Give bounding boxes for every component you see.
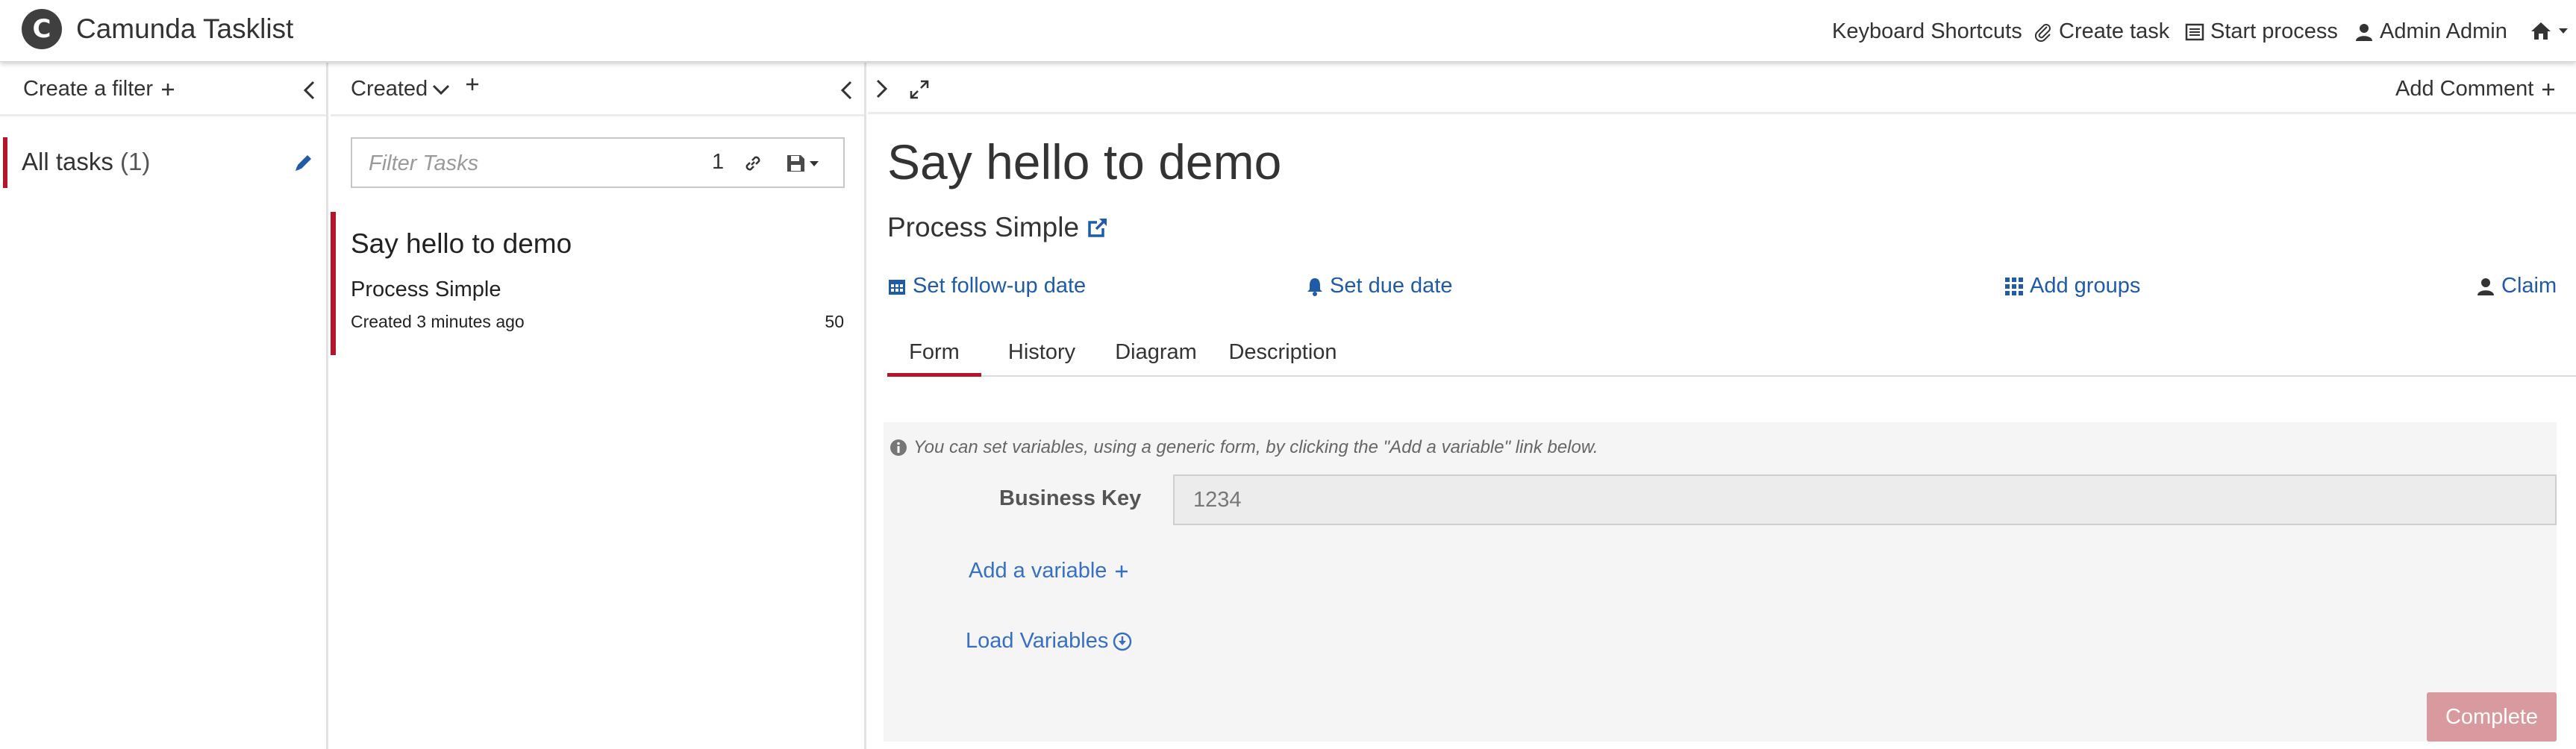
- collapse-filters-button[interactable]: [302, 81, 316, 100]
- active-filter-indicator: [3, 137, 7, 188]
- start-process-link[interactable]: Start process: [2185, 19, 2338, 44]
- list-alt-icon: [2185, 22, 2210, 42]
- set-follow-up-date-link[interactable]: Set follow-up date: [887, 274, 1086, 298]
- plus-icon: [2541, 82, 2556, 97]
- form-hint: You can set variables, using a generic f…: [890, 437, 1598, 458]
- business-key-label: Business Key: [999, 486, 1142, 510]
- create-filter-label: Create a filter: [23, 77, 154, 101]
- add-groups-link[interactable]: Add groups: [2004, 274, 2140, 298]
- start-process-label: Start process: [2210, 19, 2338, 43]
- sort-label: Created: [351, 77, 428, 101]
- tab-diagram[interactable]: Diagram: [1111, 328, 1201, 377]
- filter-label: All tasks (1): [22, 148, 150, 176]
- add-variable-label: Add a variable: [969, 559, 1107, 583]
- plus-icon: [465, 77, 480, 92]
- task-item-priority: 50: [825, 312, 844, 331]
- task-tabs: Form History Diagram Description: [887, 328, 2576, 377]
- app-title[interactable]: Camunda Tasklist: [76, 13, 293, 45]
- add-comment-label: Add Comment: [2395, 77, 2534, 101]
- add-groups-label: Add groups: [2030, 274, 2141, 298]
- form-hint-text: You can set variables, using a generic f…: [913, 437, 1598, 457]
- user-icon: [2476, 277, 2501, 296]
- camunda-logo[interactable]: C: [22, 9, 62, 49]
- task-title: Say hello to demo: [887, 134, 1282, 189]
- complete-button[interactable]: Complete: [2427, 692, 2557, 742]
- user-menu[interactable]: Admin Admin: [2354, 19, 2507, 44]
- filters-column: Create a filter All tasks (1): [0, 63, 328, 749]
- maximize-button[interactable]: [909, 79, 930, 100]
- task-item-created: Created 3 minutes ago: [351, 312, 525, 331]
- add-sorting-button[interactable]: [465, 77, 480, 92]
- collapse-list-button[interactable]: [840, 81, 853, 100]
- expand-icon: [909, 79, 930, 100]
- tab-form[interactable]: Form: [887, 328, 981, 377]
- load-variables-link[interactable]: Load Variables: [966, 629, 1132, 654]
- process-name: Process Simple: [887, 212, 1080, 242]
- user-icon: [2354, 22, 2380, 42]
- chevron-down-icon: [432, 84, 450, 95]
- chevron-left-icon: [302, 81, 316, 100]
- expand-list-button[interactable]: [875, 79, 889, 98]
- selected-task-indicator: [331, 212, 336, 355]
- plus-icon: [1114, 564, 1129, 579]
- pencil-icon[interactable]: [293, 152, 314, 173]
- info-circle-icon: [890, 439, 913, 457]
- external-link-icon: [1087, 216, 1109, 239]
- task-list-item[interactable]: Say hello to demo Process Simple Created…: [331, 212, 864, 355]
- home-icon: [2530, 21, 2558, 40]
- generic-form-panel: You can set variables, using a generic f…: [884, 422, 2557, 742]
- add-variable-link[interactable]: Add a variable: [969, 559, 1129, 583]
- claim-link[interactable]: Claim: [2476, 274, 2557, 298]
- load-variables-label: Load Variables: [966, 629, 1109, 653]
- filter-name: All tasks: [22, 148, 113, 175]
- process-name-link[interactable]: Process Simple: [887, 212, 1109, 243]
- chevron-right-icon: [875, 79, 889, 98]
- paperclip-icon: [2033, 22, 2059, 42]
- create-task-link[interactable]: Create task: [2033, 19, 2169, 44]
- calendar-icon: [887, 277, 913, 296]
- set-due-date-link[interactable]: Set due date: [1306, 274, 1452, 298]
- sort-by-created-button[interactable]: Created: [351, 77, 450, 101]
- task-list-column: Created 1 Say hello to demo P: [331, 63, 866, 749]
- task-search-box: 1: [351, 137, 845, 188]
- due-date-label: Set due date: [1330, 274, 1453, 298]
- top-navbar: C Camunda Tasklist Keyboard Shortcuts Cr…: [0, 0, 2576, 62]
- bell-icon: [1306, 277, 1330, 296]
- tab-description[interactable]: Description: [1223, 328, 1342, 377]
- search-result-count: 1: [712, 150, 725, 174]
- filters-header: Create a filter: [0, 63, 326, 116]
- task-item-name: Say hello to demo: [351, 228, 572, 259]
- keyboard-shortcuts-label: Keyboard Shortcuts: [1832, 19, 2022, 43]
- task-detail-header: Add Comment: [868, 63, 2576, 114]
- save-search-icon[interactable]: [785, 153, 819, 174]
- task-detail-column: Add Comment Say hello to demo Process Si…: [868, 63, 2576, 749]
- link-icon[interactable]: [743, 153, 763, 174]
- keyboard-shortcuts-link[interactable]: Keyboard Shortcuts: [1832, 19, 2022, 44]
- filter-item-all-tasks[interactable]: All tasks (1): [0, 137, 326, 188]
- business-key-field[interactable]: 1234: [1173, 474, 2557, 525]
- th-grid-icon: [2004, 277, 2030, 296]
- tab-history[interactable]: History: [1001, 328, 1083, 377]
- create-filter-button[interactable]: Create a filter: [23, 77, 175, 101]
- chevron-left-icon: [840, 81, 853, 100]
- download-circle-icon: [1113, 632, 1132, 651]
- add-comment-button[interactable]: Add Comment: [2395, 77, 2556, 101]
- claim-label: Claim: [2501, 274, 2557, 298]
- task-list-header: Created: [331, 63, 864, 116]
- follow-up-label: Set follow-up date: [913, 274, 1087, 298]
- task-item-process: Process Simple: [351, 278, 501, 301]
- user-name: Admin Admin: [2380, 19, 2507, 43]
- caret-down-icon: [2558, 27, 2575, 34]
- home-menu[interactable]: [2530, 21, 2575, 40]
- filter-count: (1): [120, 148, 151, 175]
- create-task-label: Create task: [2059, 19, 2170, 43]
- plus-icon: [160, 82, 175, 97]
- logo-letter: C: [32, 14, 51, 44]
- task-search-input[interactable]: [367, 149, 695, 178]
